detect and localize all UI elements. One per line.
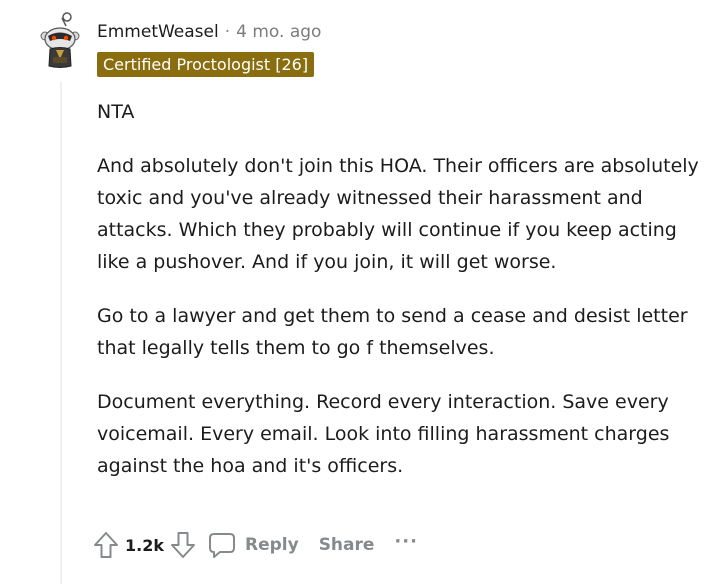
comment-actions: 1.2k Reply Share ··· [93,528,418,562]
comment-header: EmmetWeasel · 4 mo. ago [97,22,321,42]
avatar[interactable] [40,12,80,70]
separator-dot: · [224,22,231,42]
snoo-avatar-icon [40,12,80,68]
speech-bubble-icon [208,533,235,558]
thread-line[interactable] [60,82,62,584]
share-button[interactable]: Share [319,535,375,555]
upvote-button[interactable] [93,531,119,559]
comment-paragraph: Go to a lawyer and get them to send a ce… [97,305,688,359]
more-options-button[interactable]: ··· [394,531,418,552]
comment-paragraph: NTA [97,101,135,123]
downvote-arrow-icon [170,532,195,558]
comment-paragraph: Document everything. Record every intera… [97,391,670,477]
user-flair: Certified Proctologist [26] [97,52,315,77]
reply-button[interactable]: Reply [208,531,299,559]
downvote-button[interactable] [170,531,196,559]
upvote-arrow-icon [94,532,118,558]
comment-paragraph: And absolutely don't join this HOA. Thei… [97,155,699,273]
comment-body: NTA And absolutely don't join this HOA. … [97,96,707,504]
author-name[interactable]: EmmetWeasel [97,22,219,42]
vote-score: 1.2k [125,535,164,555]
timestamp[interactable]: 4 mo. ago [236,22,321,42]
reply-label: Reply [244,535,299,555]
